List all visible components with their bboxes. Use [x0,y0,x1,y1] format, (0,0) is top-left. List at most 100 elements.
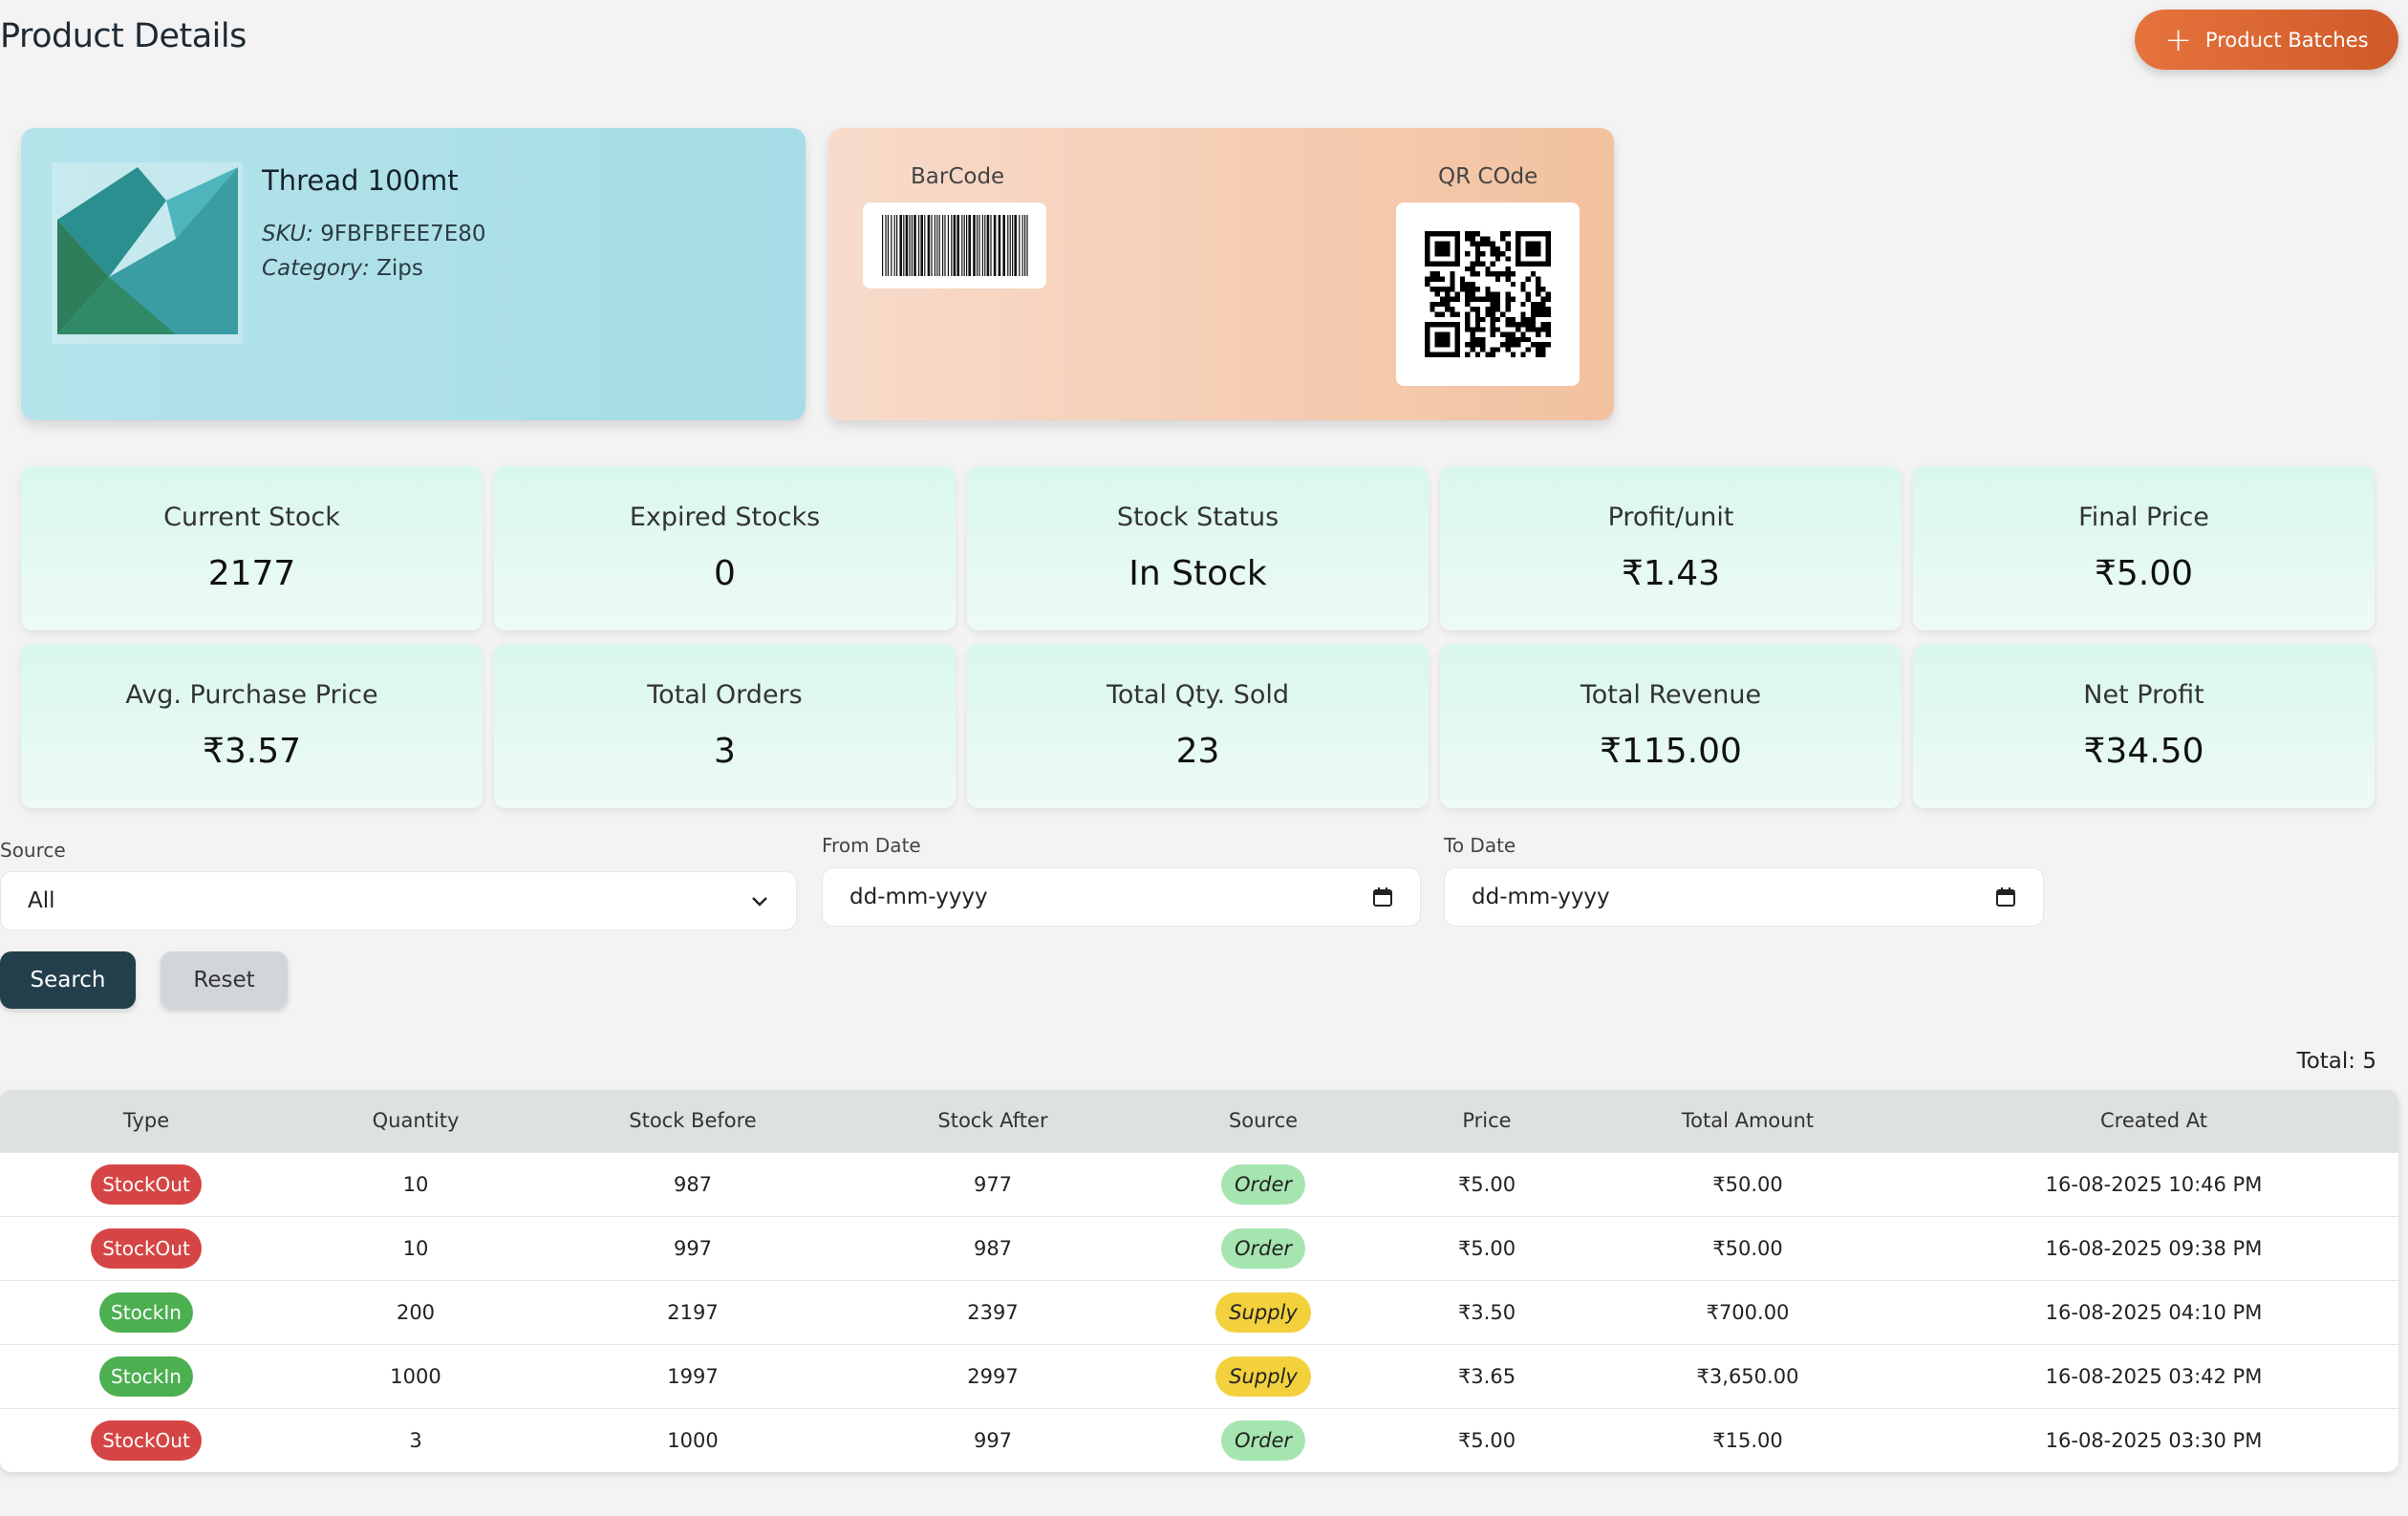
cell-quantity: 10 [402,1172,429,1196]
source-badge: Supply [1215,1292,1311,1333]
column-header-stock-before[interactable]: Stock Before [539,1090,847,1152]
stat-avg-purchase-price: Avg. Purchase Price ₹3.57 [21,644,483,808]
cell-created-at: 16-08-2025 09:38 PM [2045,1236,2263,1260]
column-header-type[interactable]: Type [0,1090,292,1152]
table-row: StockOut 3 1000 997 Order ₹5.00 ₹15.00 1… [0,1408,2398,1472]
cell-stock-after: 987 [973,1236,1013,1260]
table-row: StockOut 10 987 977 Order ₹5.00 ₹50.00 1… [0,1152,2398,1216]
stat-net-profit: Net Profit ₹34.50 [1913,644,2375,808]
type-badge: StockIn [99,1356,193,1397]
stat-value: 2177 [207,554,296,593]
cell-stock-before: 1997 [667,1364,719,1388]
category-label: Category: [262,256,370,281]
type-badge: StockOut [91,1228,202,1269]
stat-label: Profit/unit [1607,502,1734,532]
sku-label: SKU: [262,222,313,246]
stat-label: Stock Status [1116,502,1279,532]
cell-total-amount: ₹700.00 [1706,1300,1790,1324]
type-badge: StockIn [99,1292,193,1333]
qr-code-image [1396,203,1580,386]
stat-label: Expired Stocks [629,502,821,532]
stat-value: ₹1.43 [1621,554,1721,593]
cell-quantity: 200 [396,1300,436,1324]
stat-expired-stocks: Expired Stocks 0 [494,466,956,630]
category-value: Zips [376,256,423,281]
source-label: Source [0,839,66,862]
page-title: Product Details [0,17,247,55]
stat-label: Total Orders [647,680,803,710]
from-date-label: From Date [822,834,921,857]
source-badge: Order [1220,1164,1306,1205]
stat-profit-unit: Profit/unit ₹1.43 [1440,466,1902,630]
source-badge: Supply [1215,1356,1311,1397]
cell-stock-after: 2997 [967,1364,1019,1388]
cell-total-amount: ₹15.00 [1712,1428,1783,1452]
product-logo [52,162,243,344]
stat-value: ₹115.00 [1600,732,1742,771]
stat-label: Current Stock [163,502,340,532]
product-sku: SKU: 9FBFBFEE7E80 [262,222,486,246]
source-select[interactable]: All [0,871,797,930]
cell-total-amount: ₹50.00 [1712,1236,1783,1260]
barcode-image [863,203,1046,288]
table-header-row: Type Quantity Stock Before Stock After S… [0,1090,2398,1152]
calendar-icon[interactable] [1372,886,1393,907]
cell-total-amount: ₹50.00 [1712,1172,1783,1196]
cell-stock-before: 1000 [667,1428,719,1452]
stat-stock-status: Stock Status In Stock [967,466,1429,630]
qr-code-label: QR COde [1438,164,1538,189]
cell-stock-before: 2197 [667,1300,719,1324]
stat-value: ₹34.50 [2083,732,2204,771]
to-date-label: To Date [1444,834,1516,857]
cell-price: ₹5.00 [1457,1236,1516,1260]
stat-final-price: Final Price ₹5.00 [1913,466,2375,630]
to-date-input[interactable]: dd-mm-yyyy [1444,867,2044,927]
cell-quantity: 3 [409,1428,422,1452]
cell-stock-before: 987 [673,1172,713,1196]
table-row: StockOut 10 997 987 Order ₹5.00 ₹50.00 1… [0,1216,2398,1280]
stat-label: Avg. Purchase Price [125,680,378,710]
type-badge: StockOut [91,1420,202,1461]
source-badge: Order [1220,1420,1306,1461]
column-header-price[interactable]: Price [1387,1090,1586,1152]
column-header-total-amount[interactable]: Total Amount [1586,1090,1909,1152]
cell-price: ₹3.65 [1457,1364,1516,1388]
barcode-label: BarCode [911,164,1005,189]
search-button[interactable]: Search [0,951,136,1009]
cell-quantity: 1000 [390,1364,441,1388]
stat-label: Net Profit [2083,680,2204,710]
stat-label: Total Revenue [1580,680,1762,710]
cell-created-at: 16-08-2025 03:42 PM [2045,1364,2263,1388]
cell-price: ₹3.50 [1457,1300,1516,1324]
table-row: StockIn 1000 1997 2997 Supply ₹3.65 ₹3,6… [0,1344,2398,1408]
stat-value: 3 [714,732,736,771]
stat-current-stock: Current Stock 2177 [21,466,483,630]
cell-stock-after: 2397 [967,1300,1019,1324]
stat-value: ₹3.57 [202,732,302,771]
reset-button[interactable]: Reset [161,951,288,1009]
source-select-value: All [28,888,55,913]
cell-price: ₹5.00 [1457,1428,1516,1452]
cell-total-amount: ₹3,650.00 [1696,1364,1799,1388]
total-count: Total: 5 [2296,1049,2376,1074]
column-header-created-at[interactable]: Created At [1909,1090,2398,1152]
stat-total-orders: Total Orders 3 [494,644,956,808]
calendar-icon[interactable] [1995,886,2016,907]
product-batches-button[interactable]: + Product Batches [2135,10,2398,70]
column-header-stock-after[interactable]: Stock After [847,1090,1139,1152]
cell-quantity: 10 [402,1236,429,1260]
codes-card: BarCode QR COde [828,128,1614,420]
product-info-card: Thread 100mt SKU: 9FBFBFEE7E80 Category:… [21,128,806,420]
cell-stock-after: 997 [973,1428,1013,1452]
product-name: Thread 100mt [262,164,459,197]
column-header-source[interactable]: Source [1139,1090,1387,1152]
stat-label: Total Qty. Sold [1106,680,1290,710]
cell-price: ₹5.00 [1457,1172,1516,1196]
stat-value: In Stock [1129,554,1267,593]
to-date-value: dd-mm-yyyy [1472,885,1610,909]
from-date-input[interactable]: dd-mm-yyyy [822,867,1421,927]
stat-value: 0 [714,554,736,593]
plus-icon: + [2164,20,2192,59]
column-header-quantity[interactable]: Quantity [292,1090,539,1152]
cell-created-at: 16-08-2025 10:46 PM [2045,1172,2263,1196]
